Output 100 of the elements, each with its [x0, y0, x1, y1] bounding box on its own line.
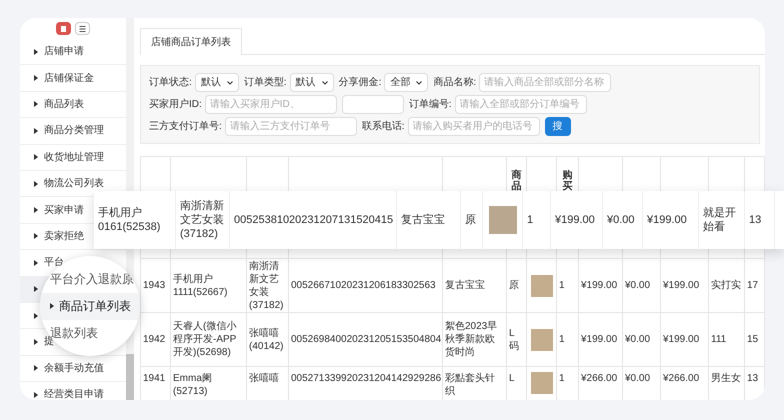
sidebar-item[interactable]: 平台	[44, 255, 64, 270]
table-cell: 手机用户 1111(52667)	[173, 274, 228, 298]
sidebar-item[interactable]: 商品列表	[44, 96, 84, 112]
search-button[interactable]: 搜	[544, 117, 571, 136]
table-cell: 00525381020231207131520415	[234, 213, 394, 227]
filter-label: 订单类型:	[244, 76, 287, 90]
chevron-down-icon	[322, 80, 328, 84]
sidebar-item[interactable]: 物流公司列表	[44, 176, 104, 192]
table-cell: 张嘻嘻(40142)	[249, 328, 284, 352]
table-cell: 1941	[143, 373, 166, 384]
table-cell: 南浙清新文艺女装(37182)	[249, 260, 284, 310]
caret-icon	[34, 154, 38, 160]
sidebar-item[interactable]: 余额手动充值	[44, 360, 104, 376]
table-cell: 张嘻嘻	[249, 373, 279, 384]
table-cell: ¥199.00	[663, 334, 700, 345]
caret-icon	[34, 48, 38, 55]
input-field[interactable]: 请输入买家用户ID、	[204, 95, 337, 114]
table-cell: 南浙清新文艺女装(37182)	[180, 199, 225, 241]
filter-label: 订单状态:	[149, 76, 192, 90]
sidebar-item[interactable]: 卖家拒绝	[44, 228, 84, 244]
table-cell: L码	[509, 328, 519, 352]
select-field[interactable]: 默认	[194, 73, 239, 92]
list-button[interactable]	[75, 22, 90, 35]
table-cell: ¥0.00	[625, 373, 650, 384]
photo-placeholder	[530, 328, 552, 350]
sidebar-item[interactable]: 收货地址管理	[44, 150, 104, 165]
table-cell: 00526671020231206183302563	[291, 280, 436, 291]
caret-icon	[34, 338, 38, 345]
input-field[interactable]: 请输入全部或部分订单编号	[454, 95, 587, 114]
photo-placeholder	[530, 372, 552, 394]
table-cell: 005269840020231205153504804	[291, 334, 442, 345]
select-field[interactable]: 全部	[384, 73, 428, 92]
table-cell: 1	[559, 373, 565, 384]
table-cell: L	[509, 373, 515, 384]
select-field[interactable]: 默认	[290, 73, 334, 92]
chevron-down-icon	[226, 80, 233, 84]
input-field[interactable]: 请输入三方支付订单号	[224, 117, 357, 136]
table-cell-text: 就是开始看	[703, 206, 737, 234]
table-cell: 絮色2023早秋季新款欧货时尚	[445, 321, 498, 358]
filter-label: 三方支付订单号:	[149, 120, 222, 134]
sidebar-item[interactable]: 买家申请	[44, 202, 84, 218]
table-cell-text: 手机用户 0161(52538)	[98, 206, 162, 234]
caret-icon	[34, 207, 38, 214]
table-cell: 111	[711, 334, 726, 345]
table-cell: ¥0.00	[625, 280, 650, 291]
caret-icon	[34, 128, 38, 134]
sidebar-item[interactable]: 店铺申请	[44, 44, 84, 60]
table-cell: 复古宝宝	[445, 280, 485, 291]
table-cell: 复古宝宝	[401, 213, 445, 227]
column-header: 购买	[562, 170, 572, 192]
caret-icon	[34, 233, 38, 240]
table-cell: 男生女	[711, 373, 741, 384]
photo-placeholder	[530, 274, 552, 296]
caret-icon	[34, 365, 38, 372]
filter-label: 商品名称:	[433, 76, 476, 90]
tab[interactable]: 店铺商品订单列表	[140, 28, 242, 55]
table-cell: 彩點套头针织	[445, 373, 495, 397]
table-cell: ¥199.00	[581, 280, 618, 291]
table-cell: 17	[747, 280, 758, 291]
table-cell: ¥199.00	[555, 213, 595, 227]
table-cell: ¥266.00	[663, 373, 700, 384]
table-cell: 1	[559, 334, 565, 345]
column-header: 商品	[512, 170, 522, 192]
input-field[interactable]: 请输入商品全部或部分名称	[479, 73, 612, 92]
list-icon	[79, 26, 86, 32]
filter-label: 分享佣金:	[338, 76, 382, 90]
filter-label: 订单编号:	[408, 98, 452, 112]
table-cell: 天睿人(微信小程序开发-APP开发)(52698)	[173, 321, 236, 358]
caret-icon	[34, 180, 38, 187]
table-cell: 1	[559, 280, 565, 291]
filter-label: 买家用户ID:	[149, 98, 202, 112]
table-cell: 15	[747, 334, 758, 345]
sidebar-item[interactable]: 店铺保证金	[44, 70, 94, 86]
table-cell: 1	[527, 213, 534, 227]
chevron-down-icon	[416, 80, 422, 84]
table-cell: ¥199.00	[581, 334, 618, 345]
table-cell: 原	[465, 213, 476, 227]
table-cell: ¥266.00	[581, 373, 618, 384]
table-cell: ¥0.00	[625, 334, 650, 345]
caret-icon	[34, 392, 38, 398]
input-field[interactable]: 请输入购买者用户的电话号	[408, 117, 540, 136]
table-cell: 1942	[143, 334, 166, 345]
caret-icon	[34, 75, 38, 82]
sidebar-item[interactable]: 经营类目申请	[44, 387, 104, 400]
table-cell: Emma阑(52713)	[173, 373, 212, 397]
caret-icon	[34, 286, 38, 292]
scrollbar-thumb[interactable]	[126, 354, 134, 400]
table-cell: 13	[747, 373, 758, 384]
sidebar-item[interactable]: 商品分类管理	[44, 123, 104, 138]
table-cell: 13	[749, 213, 762, 227]
table-cell: 1943	[143, 280, 166, 291]
caret-icon	[34, 312, 38, 319]
input-field[interactable]	[342, 95, 404, 114]
delete-button[interactable]	[56, 22, 71, 35]
table-cell: ¥0.00	[607, 213, 635, 227]
photo-placeholder	[488, 206, 516, 234]
table-cell: 原	[509, 280, 519, 291]
table-cell: 实打实	[711, 280, 741, 291]
filter-label: 联系电话:	[362, 120, 405, 134]
table-cell: 005271339920231204142929286	[291, 373, 442, 384]
